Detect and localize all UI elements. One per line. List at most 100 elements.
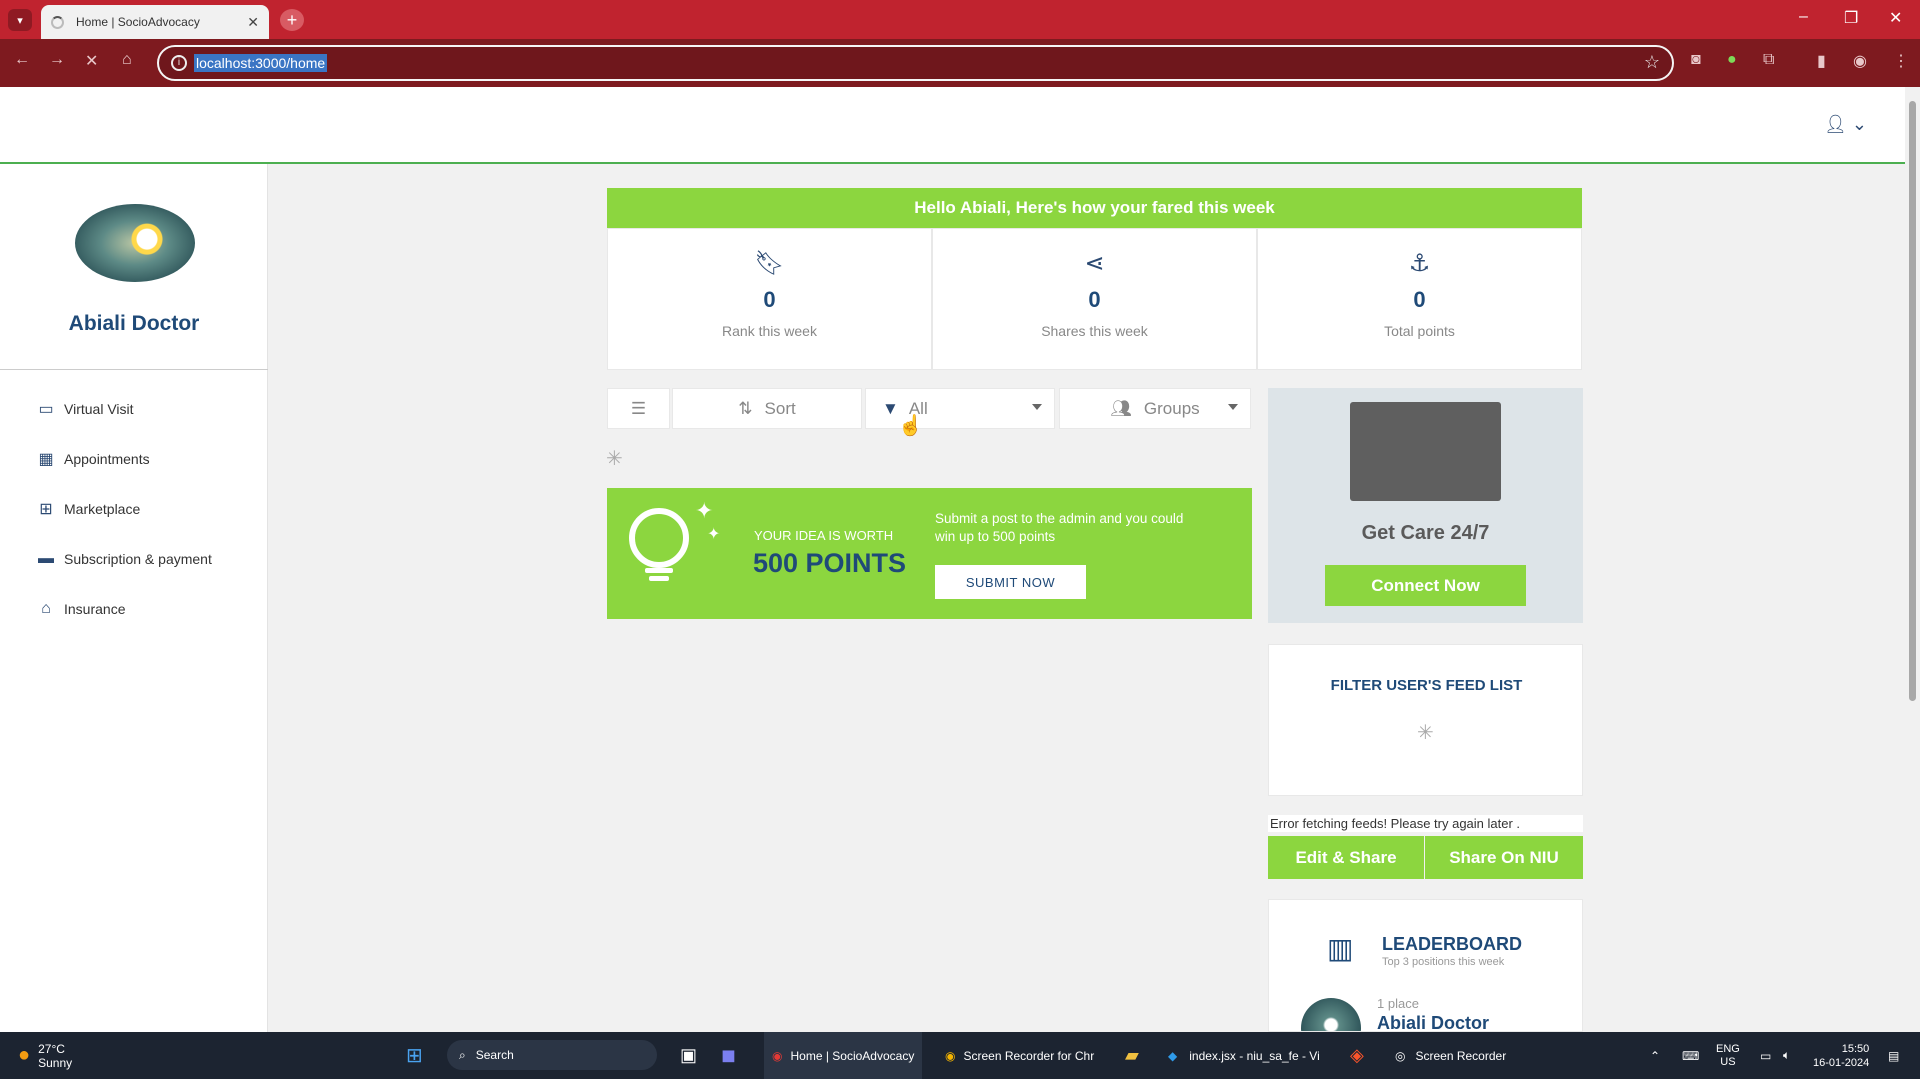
sidebar-divider xyxy=(0,369,268,370)
language-indicator[interactable]: ENG US xyxy=(1716,1032,1740,1079)
leader-name: Abiali Doctor xyxy=(1377,1013,1490,1032)
weekly-banner: Hello Abiali, Here's how your fared this… xyxy=(607,188,1582,228)
chevron-down-icon xyxy=(1228,404,1238,410)
weather-temp: 27°C xyxy=(38,1041,65,1056)
leaderboard-title: LEADERBOARD xyxy=(1382,934,1523,954)
error-message: Error fetching feeds! Please try again l… xyxy=(1268,815,1583,832)
side-panel-icon[interactable]: ▮ xyxy=(1817,51,1826,71)
vscode-icon: ◆ xyxy=(1168,1048,1178,1063)
back-icon[interactable]: ← xyxy=(14,51,30,69)
camera-extension-icon[interactable]: ◙ xyxy=(1691,51,1701,69)
sort-label: Sort xyxy=(764,398,796,418)
submit-now-button[interactable]: SUBMIT NOW xyxy=(935,565,1086,599)
lang-primary: ENG xyxy=(1716,1042,1740,1055)
filter-icon: ▼ xyxy=(882,398,899,418)
leaderboard-subtitle: Top 3 positions this week xyxy=(1382,956,1505,968)
search-label: Search xyxy=(475,1048,514,1062)
bar-chart-icon: ▥ xyxy=(1327,933,1354,964)
sidebar-item-label: Insurance xyxy=(64,601,126,617)
home-icon[interactable]: ⌂ xyxy=(122,51,132,69)
taskbar-search[interactable]: ⌕ Search xyxy=(447,1040,657,1070)
browser-tab-active[interactable]: Home | SocioAdvocacy ✕ xyxy=(41,5,269,39)
task-view-icon[interactable]: ▣ xyxy=(680,1032,697,1079)
sidebar-item-subscription[interactable]: ▬ Subscription & payment xyxy=(36,550,212,568)
video-icon: ▭ xyxy=(38,401,54,418)
sidebar-item-marketplace[interactable]: ⊞ Marketplace xyxy=(36,500,140,518)
sort-icon: ⇅ xyxy=(738,398,753,418)
extensions-icon[interactable]: ⧉ xyxy=(1763,51,1774,69)
search-icon: ⌕ xyxy=(459,1047,466,1062)
taskbar-app-vscode[interactable]: ◆ index.jsx - niu_sa_fe - Vi xyxy=(1168,1032,1320,1079)
address-bar[interactable]: i localhost:3000/home ☆ xyxy=(157,45,1674,81)
close-window-icon[interactable]: ✕ xyxy=(1889,8,1902,28)
filter-card-title: FILTER USER'S FEED LIST xyxy=(1330,677,1523,694)
url-text[interactable]: localhost:3000/home xyxy=(194,54,328,72)
sidebar: Abiali Doctor ▭ Virtual Visit ▦ Appointm… xyxy=(0,164,268,1032)
scrollbar-thumb[interactable] xyxy=(1909,101,1916,701)
stop-loading-icon[interactable]: ✕ xyxy=(85,51,98,71)
edit-share-button[interactable]: Edit & Share xyxy=(1268,836,1424,879)
notifications-icon[interactable]: ▤ xyxy=(1888,1032,1899,1079)
care-image xyxy=(1350,402,1501,501)
promo-description: Submit a post to the admin and you could… xyxy=(935,511,1184,544)
taskbar-app-recorder-chrome[interactable]: ◉ Screen Recorder for Chr xyxy=(945,1032,1094,1079)
brave-icon[interactable]: ◈ xyxy=(1350,1032,1364,1079)
profile-icon[interactable]: ◉ xyxy=(1853,51,1867,71)
stat-label: Shares this week xyxy=(1041,323,1148,339)
clock[interactable]: 15:50 16-01-2024 xyxy=(1813,1032,1869,1079)
close-tab-icon[interactable]: ✕ xyxy=(247,14,259,31)
connect-now-button[interactable]: Connect Now xyxy=(1325,565,1526,606)
mouse-cursor-icon: ☝ xyxy=(898,415,923,437)
share-on-niu-button[interactable]: Share On NIU xyxy=(1425,836,1583,879)
recorder-extension-icon[interactable]: ● xyxy=(1727,51,1737,69)
keyboard-icon[interactable]: ⌨ xyxy=(1682,1032,1699,1079)
forward-icon[interactable]: → xyxy=(49,51,65,69)
promo-worth-text: YOUR IDEA IS WORTH xyxy=(754,528,894,543)
lightbulb-base xyxy=(649,576,669,581)
tab-list-button[interactable]: ▾ xyxy=(8,9,32,31)
idea-promo-banner: ✦ ✦ YOUR IDEA IS WORTH 500 POINTS Submit… xyxy=(607,488,1252,619)
tab-title: Home | SocioAdvocacy xyxy=(76,15,200,29)
bookmark-icon: 🔖︎ xyxy=(754,250,785,277)
user-menu-icon[interactable]: 👤︎ ⌄ xyxy=(1824,114,1867,135)
clock-time: 15:50 xyxy=(1841,1042,1870,1055)
browser-menu-icon[interactable]: ⋮ xyxy=(1893,51,1909,71)
stat-rank: 🔖︎ 0 Rank this week xyxy=(607,228,932,370)
windows-start-icon[interactable]: ⊞ xyxy=(406,1032,423,1079)
sidebar-item-label: Marketplace xyxy=(64,501,141,517)
chrome-icon: ◉ xyxy=(945,1048,956,1063)
taskbar-app-browser[interactable]: ◉ Home | SocioAdvocacy xyxy=(764,1032,923,1079)
promo-points: 500 POINTS xyxy=(753,548,907,578)
browser-tab-strip: ▾ Home | SocioAdvocacy ✕ + – ❐ ✕ xyxy=(0,0,1920,39)
care-title: Get Care 24/7 xyxy=(1361,522,1490,544)
bookmark-star-icon[interactable]: ☆ xyxy=(1644,52,1660,73)
groups-dropdown[interactable]: 👥︎ Groups xyxy=(1059,388,1251,429)
taskbar-app-screen-recorder[interactable]: ◎ Screen Recorder xyxy=(1395,1032,1506,1079)
sidebar-item-insurance[interactable]: ⌂ Insurance xyxy=(36,600,125,618)
get-care-card: Get Care 24/7 Connect Now xyxy=(1268,388,1583,623)
network-icon[interactable]: ▭ xyxy=(1760,1032,1771,1079)
tray-chevron-icon[interactable]: ⌃ xyxy=(1650,1032,1660,1079)
recorder-icon: ◎ xyxy=(1395,1048,1406,1063)
loading-spinner-icon xyxy=(51,15,64,29)
filter-dropdown[interactable]: ▼ All xyxy=(865,388,1055,429)
file-explorer-icon[interactable]: ▰ xyxy=(1125,1032,1139,1079)
leader-place: 1 place xyxy=(1377,996,1419,1011)
sun-icon: ● xyxy=(18,1044,31,1066)
leader-avatar xyxy=(1301,998,1361,1031)
groups-icon: 👥︎ xyxy=(1110,398,1132,418)
restore-icon[interactable]: ❐ xyxy=(1844,8,1858,28)
site-info-icon[interactable]: i xyxy=(171,55,187,71)
list-view-button[interactable]: ☰ xyxy=(607,388,670,429)
sort-button[interactable]: ⇅ Sort xyxy=(672,388,862,429)
page-scrollbar[interactable] xyxy=(1905,87,1920,1032)
chat-icon[interactable]: ◼ xyxy=(721,1032,736,1079)
sidebar-item-virtual-visit[interactable]: ▭ Virtual Visit xyxy=(36,400,133,418)
minimize-icon[interactable]: – xyxy=(1799,8,1808,26)
sidebar-item-appointments[interactable]: ▦ Appointments xyxy=(36,450,149,468)
sidebar-item-label: Subscription & payment xyxy=(64,551,212,567)
sparkle-icon: ✦ xyxy=(695,498,714,523)
weather-widget[interactable]: ● 27°C Sunny xyxy=(18,1032,72,1079)
volume-icon[interactable]: 🔈︎ xyxy=(1783,1032,1790,1079)
new-tab-button[interactable]: + xyxy=(280,9,304,31)
